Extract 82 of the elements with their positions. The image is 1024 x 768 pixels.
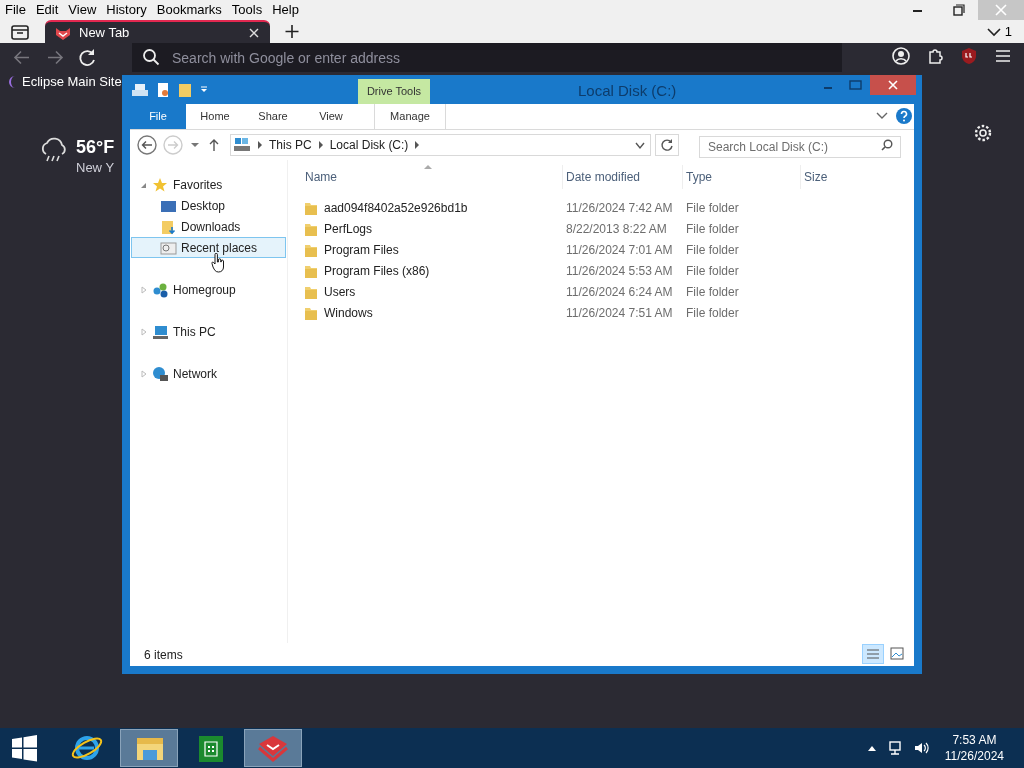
ribbon-tab[interactable]: File xyxy=(130,104,186,129)
chevron-down-icon[interactable] xyxy=(986,26,1001,37)
nav-item[interactable]: Desktop xyxy=(131,195,286,216)
nav-item[interactable]: Downloads xyxy=(131,216,286,237)
contextual-tab-header: Drive Tools xyxy=(358,79,430,104)
refresh-icon[interactable] xyxy=(655,134,679,156)
menu-item[interactable]: Help xyxy=(272,0,299,20)
search-icon xyxy=(142,48,160,66)
breadcrumb-item[interactable]: This PC xyxy=(269,136,312,154)
clock-time[interactable]: 7:53 AM xyxy=(952,732,997,748)
new-folder-icon[interactable] xyxy=(177,81,193,98)
item-count: 6 items xyxy=(144,646,183,664)
date-cell-text: 8/22/2013 8:22 AM xyxy=(565,220,668,238)
bookmark-link[interactable]: Eclipse Main Site xyxy=(6,72,122,92)
sort-arrow-icon xyxy=(424,164,432,169)
search-field[interactable]: Search Local Disk (C:) xyxy=(699,136,901,158)
tab-title: New Tab xyxy=(79,23,131,42)
type-cell-text: File folder xyxy=(685,220,740,238)
type-cell-text: File folder xyxy=(685,283,740,301)
caret-up-icon[interactable] xyxy=(866,744,877,752)
speaker-icon[interactable] xyxy=(912,740,929,756)
type-cell-text: File folder xyxy=(685,262,740,280)
file-name[interactable]: aad094f8402a52e926bd1b xyxy=(324,198,468,217)
tab-count: 1 xyxy=(1004,23,1012,41)
column-header[interactable]: Date modified xyxy=(562,165,682,189)
file-name[interactable]: Users xyxy=(324,282,356,301)
date-cell-text: 11/26/2024 5:53 AM xyxy=(565,262,674,280)
nav-item[interactable]: Recent places xyxy=(131,237,286,258)
ribbon-tab[interactable]: View xyxy=(302,104,360,129)
file-name[interactable]: PerfLogs xyxy=(324,219,373,238)
address-field[interactable]: This PC Local Disk (C:) xyxy=(230,134,651,156)
browser-tab[interactable]: New Tab xyxy=(45,20,270,43)
type-cell-text: File folder xyxy=(685,199,740,217)
chevron-right-icon xyxy=(257,141,263,149)
date-cell-text: 11/26/2024 7:01 AM xyxy=(565,241,674,259)
file-name[interactable]: Program Files (x86) xyxy=(324,261,430,280)
breadcrumb-item[interactable]: Local Disk (C:) xyxy=(329,136,409,154)
file-name[interactable]: Program Files xyxy=(324,240,399,259)
column-header[interactable]: Size xyxy=(800,165,880,189)
column-header[interactable]: Name xyxy=(302,165,562,189)
menu-item[interactable]: History xyxy=(106,0,147,20)
temperature: 56°F xyxy=(76,136,115,158)
chevron-right-icon xyxy=(317,141,324,149)
nav-item[interactable]: Homegroup xyxy=(131,279,286,300)
address-bar[interactable]: Search with Google or enter address xyxy=(132,43,842,72)
close-icon[interactable] xyxy=(248,26,260,39)
help-icon[interactable] xyxy=(896,108,912,124)
location-text: New Y xyxy=(76,159,115,177)
menu-item[interactable]: View xyxy=(68,0,97,20)
puzzle-icon[interactable] xyxy=(926,47,944,65)
search-icon xyxy=(881,139,893,151)
homegroup-icon xyxy=(152,281,169,298)
type-cell-text: File folder xyxy=(685,304,740,322)
date-cell-text: 11/26/2024 7:42 AM xyxy=(565,199,674,217)
date-cell-text: 11/26/2024 7:51 AM xyxy=(565,304,674,322)
menu-item[interactable]: Edit xyxy=(35,0,59,20)
chevron-down-icon[interactable] xyxy=(634,141,646,151)
chevron-right-icon xyxy=(414,141,421,149)
clock-date[interactable]: 11/26/2024 xyxy=(944,748,1004,764)
menu-item[interactable]: Bookmarks xyxy=(156,0,222,20)
type-cell-text: File folder xyxy=(685,241,740,259)
folder-icon xyxy=(160,218,177,235)
account-icon[interactable] xyxy=(892,47,910,65)
menu-item[interactable]: File xyxy=(5,0,26,20)
hand-cursor-icon xyxy=(211,253,225,273)
ribbon-tab[interactable]: Home xyxy=(186,104,244,129)
column-header[interactable]: Type xyxy=(682,165,800,189)
nav-item[interactable]: Network xyxy=(131,363,286,384)
properties-icon[interactable] xyxy=(155,81,171,98)
menu-icon[interactable] xyxy=(994,47,1012,65)
star-icon xyxy=(152,176,169,193)
drive-icon[interactable] xyxy=(131,81,149,98)
menu-item[interactable]: Tools xyxy=(231,0,263,20)
settings-icon[interactable] xyxy=(973,123,993,143)
computer-icon xyxy=(152,323,169,340)
file-name[interactable]: Windows xyxy=(324,303,373,322)
window-title: Local Disk (C:) xyxy=(578,81,677,101)
computer-icon xyxy=(233,137,251,153)
date-cell-text: 11/26/2024 6:24 AM xyxy=(565,283,674,301)
ribbon-tab[interactable]: Share xyxy=(244,104,302,129)
nav-item[interactable]: This PC xyxy=(131,321,286,342)
nav-item[interactable]: Favorites xyxy=(131,174,286,195)
